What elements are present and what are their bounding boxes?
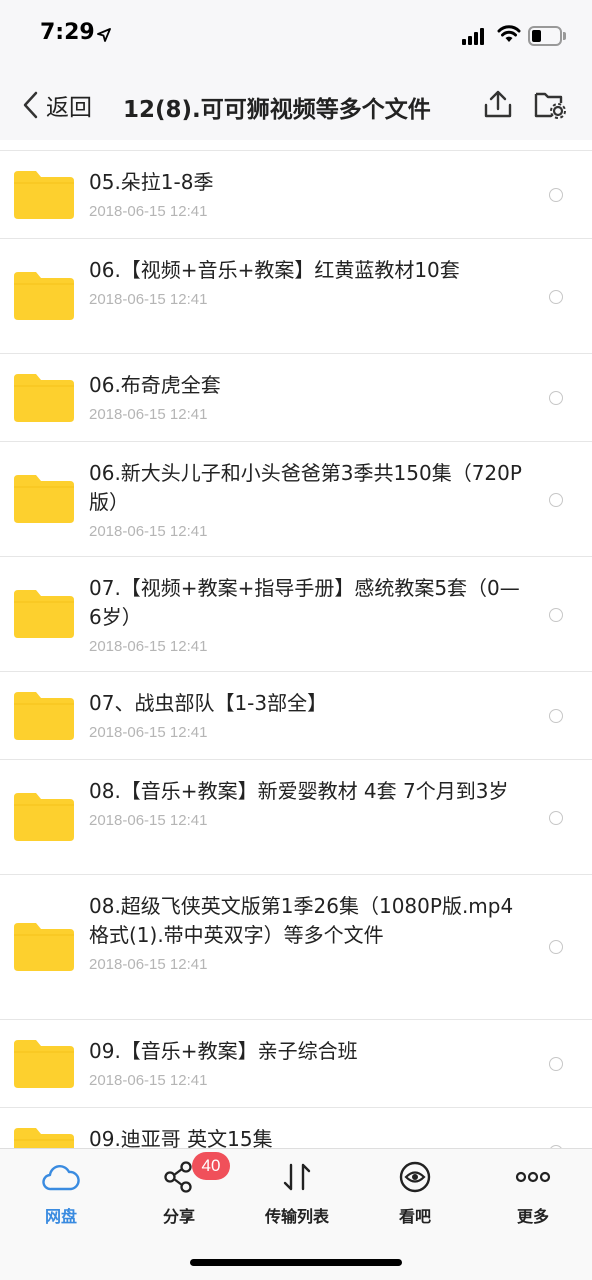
back-button[interactable]: 返回: [22, 88, 92, 122]
tab-transfer[interactable]: 传输列表: [247, 1157, 347, 1227]
file-name: 05.朵拉1-8季: [89, 170, 214, 194]
file-date: 2018-06-15 12:41: [89, 523, 208, 540]
file-name: 06.【视频+音乐+教案】红黄蓝教材10套: [89, 258, 460, 282]
file-name: 07、战虫部队【1-3部全】: [89, 691, 328, 715]
share-count-badge: 40: [192, 1152, 230, 1180]
file-row[interactable]: 06.新大头儿子和小头爸爸第3季共150集（720P版） 2018-06-15 …: [0, 442, 592, 557]
folder-settings-icon[interactable]: [533, 88, 567, 120]
folder-icon: [14, 1040, 74, 1088]
folder-icon: [14, 272, 74, 320]
battery-icon: [528, 26, 566, 46]
folder-icon: [14, 374, 74, 422]
file-row[interactable]: 06.布奇虎全套 2018-06-15 12:41: [0, 354, 592, 442]
chevron-left-icon: [23, 91, 38, 119]
status-time: 7:29: [40, 20, 95, 45]
tab-label: 传输列表: [264, 1207, 329, 1226]
file-date: 2018-06-15 12:41: [89, 638, 208, 655]
tab-netdisk[interactable]: 网盘: [11, 1157, 111, 1227]
file-date: 2018-06-15 12:41: [89, 1072, 208, 1089]
select-radio[interactable]: [549, 493, 563, 507]
file-name: 06.新大头儿子和小头爸爸第3季共150集（720P版）: [89, 461, 522, 514]
file-row[interactable]: 06.【视频+音乐+教案】红黄蓝教材10套 2018-06-15 12:41: [0, 239, 592, 354]
file-row[interactable]: 07.【视频+教案+指导手册】感统教案5套（0—6岁） 2018-06-15 1…: [0, 557, 592, 672]
eye-icon: [399, 1161, 431, 1193]
select-radio[interactable]: [549, 608, 563, 622]
file-date: 2018-06-15 12:41: [89, 291, 208, 308]
folder-icon: [14, 923, 74, 971]
share-icon: [164, 1161, 192, 1193]
select-radio[interactable]: [549, 391, 563, 405]
folder-icon: [14, 590, 74, 638]
status-bar: 7:29: [0, 0, 592, 70]
file-name: 06.布奇虎全套: [89, 373, 221, 397]
file-row[interactable]: 08.超级飞侠英文版第1季26集（1080P版.mp4格式(1).带中英双字）等…: [0, 875, 592, 1020]
file-row[interactable]: 07、战虫部队【1-3部全】 2018-06-15 12:41: [0, 672, 592, 760]
more-icon: [515, 1171, 551, 1183]
cellular-signal-icon: [462, 27, 490, 45]
page-title: 12(8).可可狮视频等多个文件: [123, 97, 431, 123]
file-date: 2018-06-15 12:41: [89, 956, 208, 973]
file-name: 08.【音乐+教案】新爱婴教材 4套 7个月到3岁: [89, 779, 509, 803]
select-radio[interactable]: [549, 811, 563, 825]
transfer-icon: [283, 1163, 311, 1191]
nav-bar: 返回 12(8).可可狮视频等多个文件: [0, 70, 592, 140]
home-indicator[interactable]: [190, 1259, 402, 1266]
folder-icon: [14, 692, 74, 740]
select-radio[interactable]: [549, 1057, 563, 1071]
select-radio[interactable]: [549, 709, 563, 723]
file-date: 2018-06-15 12:41: [89, 406, 208, 423]
tab-watch[interactable]: 看吧: [365, 1157, 465, 1227]
select-radio[interactable]: [549, 940, 563, 954]
file-name: 09.迪亚哥 英文15集: [89, 1127, 273, 1148]
location-arrow-icon: [97, 28, 111, 42]
folder-icon: [14, 793, 74, 841]
cloud-icon: [42, 1165, 80, 1191]
folder-icon: [14, 1128, 74, 1148]
tab-label: 更多: [516, 1207, 549, 1226]
select-radio[interactable]: [549, 188, 563, 202]
file-name: 07.【视频+教案+指导手册】感统教案5套（0—6岁）: [89, 576, 520, 629]
file-row[interactable]: 09.【音乐+教案】亲子综合班 2018-06-15 12:41: [0, 1020, 592, 1108]
tab-more[interactable]: 更多: [483, 1157, 583, 1227]
folder-icon: [14, 475, 74, 523]
back-label: 返回: [46, 95, 92, 121]
wifi-icon: [497, 25, 521, 42]
tab-label: 看吧: [398, 1207, 431, 1226]
file-name: 08.超级飞侠英文版第1季26集（1080P版.mp4格式(1).带中英双字）等…: [89, 894, 514, 947]
tab-label: 网盘: [44, 1207, 77, 1226]
select-radio[interactable]: [549, 290, 563, 304]
file-date: 2018-06-15 12:41: [89, 812, 208, 829]
file-list: 05.朵拉1-8季 2018-06-15 12:41 06.【视频+音乐+教案】…: [0, 150, 592, 1148]
file-date: 2018-06-15 12:41: [89, 724, 208, 741]
file-row[interactable]: 05.朵拉1-8季 2018-06-15 12:41: [0, 151, 592, 239]
upload-icon[interactable]: [482, 88, 514, 120]
file-name: 09.【音乐+教案】亲子综合班: [89, 1039, 358, 1063]
tab-label: 分享: [162, 1207, 195, 1226]
top-area: 7:29 返回 12(8).可可狮视频等多个文件: [0, 0, 592, 140]
file-date: 2018-06-15 12:41: [89, 203, 208, 220]
file-row[interactable]: 09.迪亚哥 英文15集: [0, 1108, 592, 1148]
file-row[interactable]: 08.【音乐+教案】新爱婴教材 4套 7个月到3岁 2018-06-15 12:…: [0, 760, 592, 875]
folder-icon: [14, 171, 74, 219]
